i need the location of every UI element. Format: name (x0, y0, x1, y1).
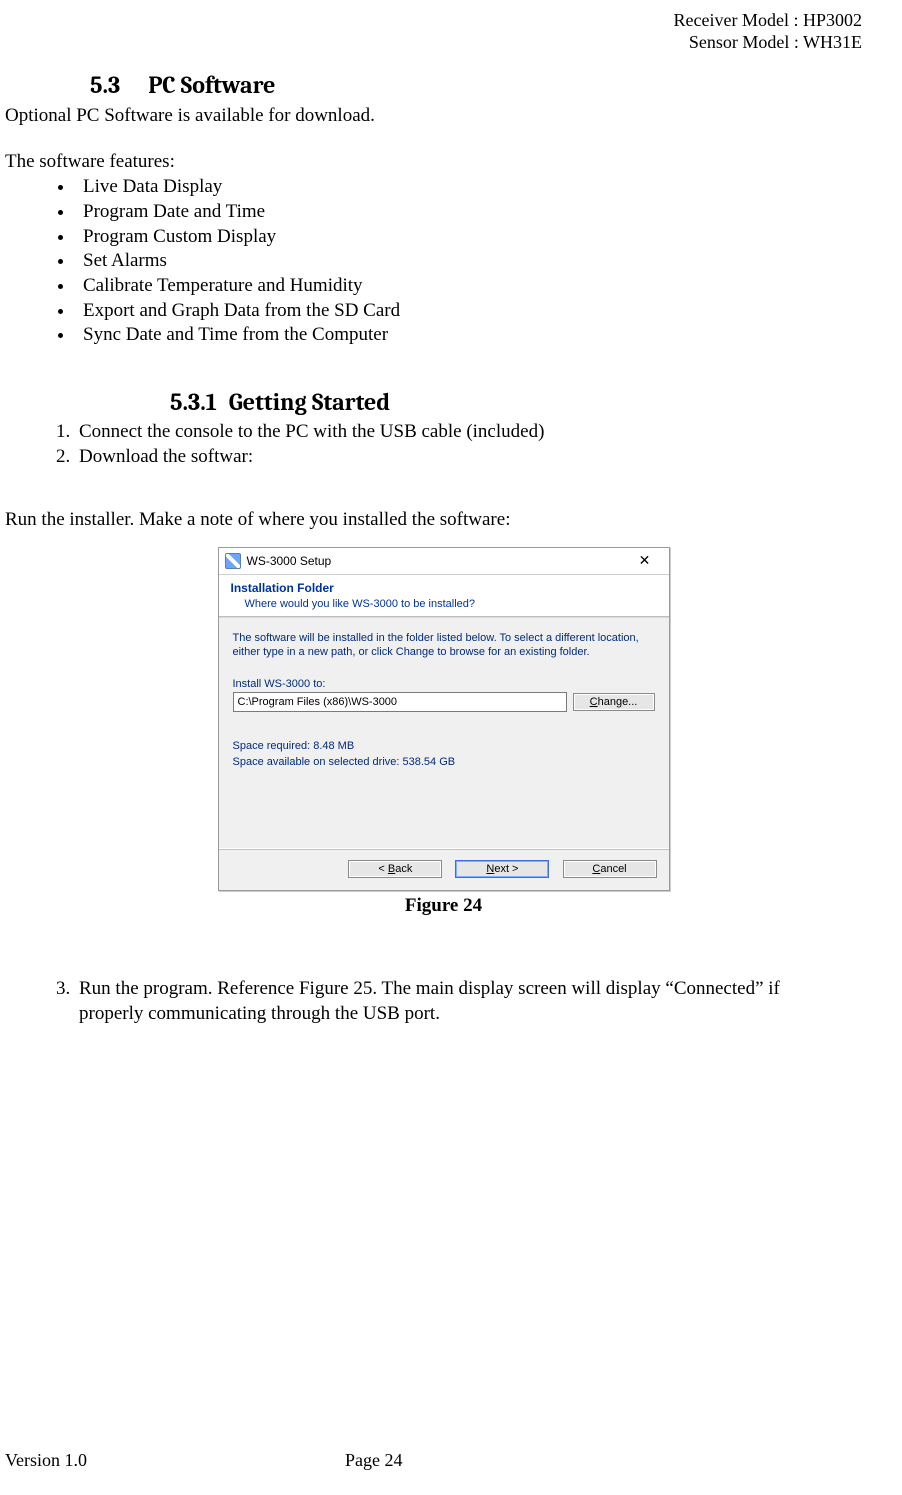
next-button[interactable]: Next > (455, 860, 549, 878)
step-item: Connect the console to the PC with the U… (75, 420, 882, 445)
dialog-button-row: < Back Next > Cancel (219, 850, 669, 890)
dialog-subheader: Installation Folder Where would you like… (219, 575, 669, 616)
install-path-input[interactable]: C:\Program Files (x86)\WS-3000 (233, 692, 567, 712)
change-button[interactable]: Change... (573, 693, 655, 711)
space-available: Space available on selected drive: 538.5… (233, 756, 655, 768)
dialog-body: The software will be installed in the fo… (219, 618, 669, 848)
figure-caption: Figure 24 (5, 895, 882, 917)
subsection-title: Getting Started (229, 388, 390, 416)
dialog-title: WS-3000 Setup (247, 554, 627, 568)
page-number: Page 24 (345, 1450, 403, 1471)
install-to-label: Install WS-3000 to: (233, 678, 655, 690)
feature-item: Sync Date and Time from the Computer (75, 323, 882, 348)
section-title: PC Software (148, 71, 275, 99)
receiver-model: Receiver Model : HP3002 (5, 10, 862, 32)
feature-item: Program Custom Display (75, 225, 882, 250)
space-required: Space required: 8.48 MB (233, 740, 655, 752)
space-info: Space required: 8.48 MB Space available … (233, 740, 655, 768)
feature-item: Set Alarms (75, 249, 882, 274)
steps-list-b: Run the program. Reference Figure 25. Th… (5, 977, 842, 1026)
app-icon (225, 553, 241, 569)
subsection-heading: 5.3.1 Getting Started (170, 388, 882, 416)
run-installer-text: Run the installer. Make a note of where … (5, 509, 882, 531)
feature-item: Calibrate Temperature and Humidity (75, 274, 882, 299)
cancel-button[interactable]: Cancel (563, 860, 657, 878)
step-item: Run the program. Reference Figure 25. Th… (75, 977, 842, 1026)
dialog-description: The software will be installed in the fo… (233, 632, 655, 660)
dialog-heading: Installation Folder (231, 581, 657, 595)
dialog-titlebar: WS-3000 Setup ✕ (219, 548, 669, 575)
version-label: Version 1.0 (5, 1450, 345, 1471)
dialog-subheading: Where would you like WS-3000 to be insta… (231, 595, 657, 616)
feature-item: Live Data Display (75, 175, 882, 200)
section-heading: 5.3 PC Software (90, 71, 882, 99)
sensor-model: Sensor Model : WH31E (5, 32, 862, 54)
header-model-info: Receiver Model : HP3002 Sensor Model : W… (5, 10, 882, 53)
intro-text: Optional PC Software is available for do… (5, 105, 882, 127)
feature-item: Export and Graph Data from the SD Card (75, 299, 882, 324)
close-icon[interactable]: ✕ (627, 551, 663, 571)
features-label: The software features: (5, 151, 882, 173)
features-list: Live Data Display Program Date and Time … (5, 175, 882, 348)
step-item: Download the softwar: (75, 445, 882, 470)
installer-dialog: WS-3000 Setup ✕ Installation Folder Wher… (218, 547, 670, 891)
page-footer: Version 1.0 Page 24 (5, 1450, 882, 1471)
back-button[interactable]: < Back (348, 860, 442, 878)
subsection-number: 5.3.1 (170, 388, 217, 416)
steps-list-a: Connect the console to the PC with the U… (5, 420, 882, 469)
feature-item: Program Date and Time (75, 200, 882, 225)
section-number: 5.3 (90, 71, 120, 99)
